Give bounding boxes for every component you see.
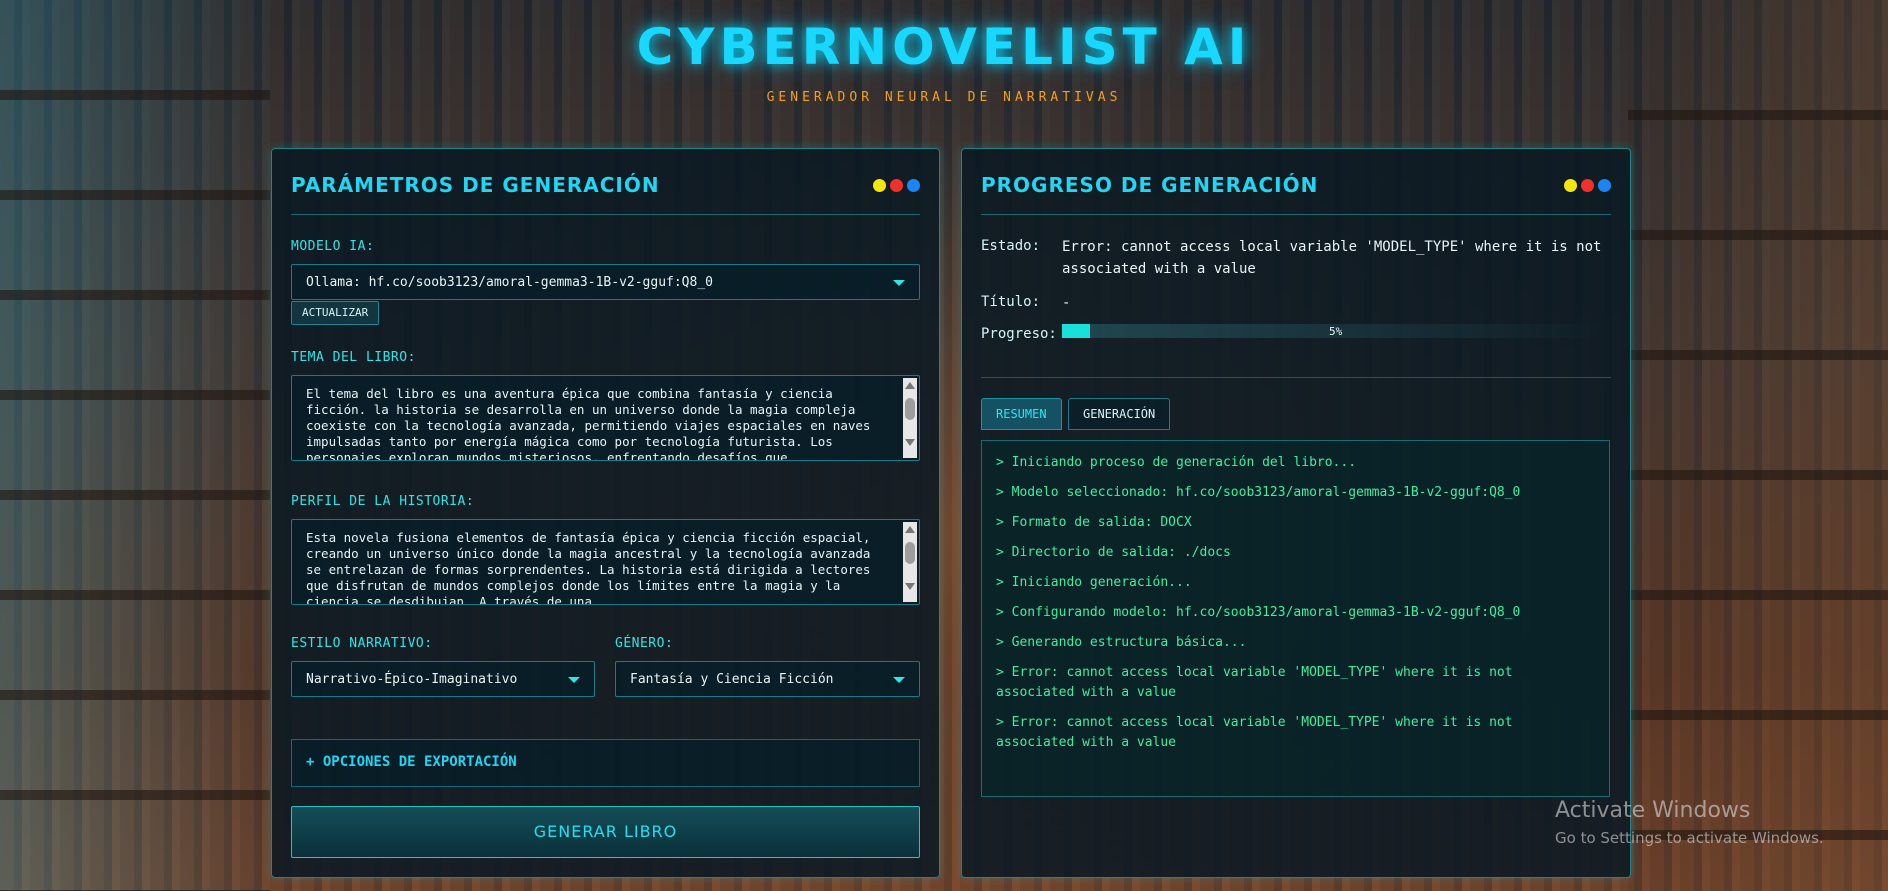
parameters-panel: PARÁMETROS DE GENERACIÓN MODELO IA: Olla… [271,148,940,878]
log-line: > Generando estructura básica... [996,635,1247,650]
style-label: ESTILO NARRATIVO: [291,636,433,651]
status-key: Estado: [981,238,1041,254]
log-line: > Modelo seleccionado: hf.co/soob3123/am… [996,485,1521,500]
profile-textarea[interactable]: Esta novela fusiona elementos de fantasí… [291,519,920,605]
parameters-panel-header: PARÁMETROS DE GENERACIÓN [291,173,920,215]
scroll-thumb[interactable] [905,542,915,564]
model-select[interactable]: Ollama: hf.co/soob3123/amoral-gemma3-1B-… [291,264,920,300]
style-select-value: Narrativo-Épico-Imaginativo [306,672,518,687]
model-label: MODELO IA: [291,239,375,254]
generation-log: > Iniciando proceso de generación del li… [981,440,1610,797]
scroll-down-icon[interactable] [905,583,915,590]
theme-label: TEMA DEL LIBRO: [291,350,416,365]
log-line: > Error: cannot access local variable 'M… [996,665,1513,700]
chevron-down-icon [893,677,905,683]
blue-dot-icon [907,179,920,192]
progress-bar-fill [1062,324,1090,338]
log-line: > Iniciando proceso de generación del li… [996,455,1357,470]
background-right-shelves [1628,0,1888,891]
style-select[interactable]: Narrativo-Épico-Imaginativo [291,661,595,697]
window-dots [1564,179,1611,192]
yellow-dot-icon [873,179,886,192]
progress-panel-title: PROGRESO DE GENERACIÓN [981,173,1319,197]
app-subtitle: GENERADOR NEURAL DE NARRATIVAS [766,90,1122,105]
scroll-up-icon[interactable] [905,382,915,389]
status-value: Error: cannot access local variable 'MOD… [1062,239,1602,277]
generate-book-button[interactable]: GENERAR LIBRO [291,806,920,858]
progress-panel-header: PROGRESO DE GENERACIÓN [981,173,1611,215]
chevron-down-icon [893,280,905,286]
log-line: > Formato de salida: DOCX [996,515,1192,530]
red-dot-icon [1581,179,1594,192]
tab-summary[interactable]: RESUMEN [981,398,1062,430]
book-title-key: Título: [981,294,1041,310]
windows-activation-watermark: Activate Windows Go to Settings to activ… [1555,798,1824,847]
chevron-down-icon [568,677,580,683]
progress-percent: 5% [1329,325,1343,338]
profile-textarea-value: Esta novela fusiona elementos de fantasí… [306,530,871,605]
app-header: CYBERNOVELIST AI GENERADOR NEURAL DE NAR… [0,18,1888,105]
progress-key: Progreso: [981,326,1057,342]
genre-label: GÉNERO: [615,636,674,651]
tab-generation[interactable]: GENERACIÓN [1068,398,1171,430]
refresh-models-button[interactable]: ACTUALIZAR [291,301,380,325]
watermark-title: Activate Windows [1555,798,1751,823]
yellow-dot-icon [1564,179,1577,192]
book-title-value: - [1062,295,1071,311]
window-dots [873,179,920,192]
theme-textarea[interactable]: El tema del libro es una aventura épica … [291,375,920,461]
blue-dot-icon [1598,179,1611,192]
theme-scrollbar[interactable] [903,378,917,458]
profile-scrollbar[interactable] [903,522,917,602]
model-select-value: Ollama: hf.co/soob3123/amoral-gemma3-1B-… [306,275,713,290]
parameters-panel-title: PARÁMETROS DE GENERACIÓN [291,173,660,197]
scroll-down-icon[interactable] [905,439,915,446]
profile-label: PERFIL DE LA HISTORIA: [291,494,475,509]
genre-select[interactable]: Fantasía y Ciencia Ficción [615,661,920,697]
log-line: > Configurando modelo: hf.co/soob3123/am… [996,605,1521,620]
export-options-accordion[interactable]: + OPCIONES DE EXPORTACIÓN [291,739,920,787]
log-line: > Directorio de salida: ./docs [996,545,1231,560]
progress-panel: PROGRESO DE GENERACIÓN Estado: Error: ca… [961,148,1631,878]
log-line: > Iniciando generación... [996,575,1192,590]
app-title: CYBERNOVELIST AI [636,18,1252,76]
background-left-shelves [0,0,270,891]
scroll-up-icon[interactable] [905,526,915,533]
log-line: > Error: cannot access local variable 'M… [996,715,1513,750]
divider [981,377,1611,378]
red-dot-icon [890,179,903,192]
theme-textarea-value: El tema del libro es una aventura épica … [306,386,871,461]
genre-select-value: Fantasía y Ciencia Ficción [630,672,834,687]
scroll-thumb[interactable] [905,398,915,420]
watermark-subtitle: Go to Settings to activate Windows. [1555,829,1824,847]
